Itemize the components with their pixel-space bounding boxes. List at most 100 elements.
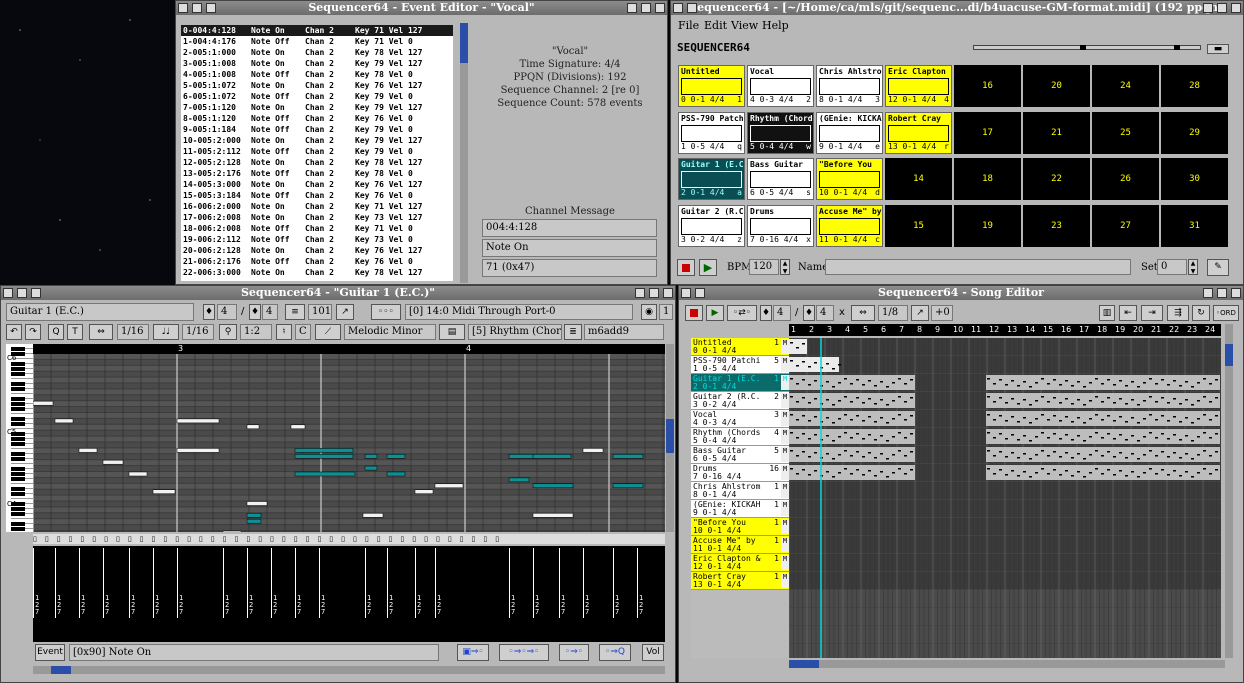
mute-toggle[interactable]: M <box>781 357 789 372</box>
event-row[interactable]: 9-005:1:184 Note Off Chan 2 Key 79 Vel 0 <box>181 124 453 135</box>
window-shade-icon[interactable] <box>17 288 27 298</box>
velocity-bar[interactable] <box>271 548 272 618</box>
event-timestamp-field[interactable]: 004:4:128 <box>482 219 657 237</box>
velocity-bar[interactable] <box>247 548 248 618</box>
mute-toggle[interactable]: M <box>781 375 789 390</box>
note-block[interactable] <box>364 454 378 459</box>
snap-button[interactable]: ⇔ <box>851 305 875 321</box>
song-pattern-block[interactable] <box>986 429 1220 444</box>
redo-button[interactable]: ↷ <box>25 324 41 340</box>
stop-button[interactable] <box>677 259 695 276</box>
empty-slot[interactable]: 20 <box>1023 65 1090 107</box>
beat-width-spinner[interactable]: ♦ <box>803 305 815 321</box>
roll-hscrollbar[interactable] <box>33 666 665 674</box>
track-row[interactable]: Robert Cray 13 0-1 4/4 1 M <box>691 572 789 590</box>
velocity-bar[interactable] <box>533 548 534 618</box>
piano-black-key[interactable] <box>11 397 25 401</box>
slider-marker[interactable] <box>1080 45 1086 50</box>
loop-button[interactable]: ◦⇄◦ <box>727 305 757 321</box>
record-mode-button[interactable]: ◦ORD <box>1213 305 1239 321</box>
midi-bus-button[interactable]: ◦◦◦ <box>371 304 401 320</box>
song-pattern-block[interactable] <box>789 411 915 426</box>
maximize-icon[interactable] <box>1217 288 1227 298</box>
song-pattern-block[interactable] <box>986 393 1220 408</box>
pattern-slot[interactable]: Guitar 2 (R.C 3 0-2 4/4 z <box>678 204 745 247</box>
event-row[interactable]: 14-005:3:000 Note On Chan 2 Key 76 Vel 127 <box>181 179 453 190</box>
maximize-icon[interactable] <box>649 288 659 298</box>
piano-black-key[interactable] <box>11 382 25 386</box>
mute-toggle[interactable]: M <box>781 411 789 426</box>
pattern-slot[interactable]: Accuse Me" by 11 0-1 4/4 c <box>816 204 883 247</box>
mute-toggle[interactable]: M <box>781 555 789 570</box>
empty-slot[interactable]: 16 <box>954 65 1021 107</box>
event-row[interactable]: 7-005:1:120 Note On Chan 2 Key 79 Vel 127 <box>181 102 453 113</box>
song-pattern-block[interactable] <box>789 375 915 390</box>
length-button[interactable]: ≡ <box>285 304 305 320</box>
menu-edit[interactable]: Edit <box>704 17 727 35</box>
note-block[interactable] <box>386 454 406 459</box>
event-row[interactable]: 5-005:1:072 Note On Chan 2 Key 76 Vel 127 <box>181 80 453 91</box>
track-row[interactable]: PSS-790 Patchi 1 0-5 4/4 5 M <box>691 356 789 374</box>
key-button[interactable]: ♮ <box>276 324 292 340</box>
beat-width-field[interactable]: 4 <box>816 305 834 321</box>
empty-slot[interactable]: 25 <box>1092 111 1159 154</box>
minimize-icon[interactable] <box>1203 288 1213 298</box>
window-shade-icon[interactable] <box>687 3 697 13</box>
mute-toggle[interactable]: M <box>781 519 789 534</box>
beats-spinner[interactable]: ♦ <box>203 304 215 320</box>
velocity-pane[interactable]: 127 127 127 127 127 127 127 127 127 127 127 127 127 1… <box>33 546 665 642</box>
pattern-slot[interactable]: Untitled 0 0-1 4/4 1 <box>678 65 745 107</box>
note-block[interactable] <box>246 513 262 518</box>
pattern-slot[interactable]: Bass Guitar 6 0-5 4/4 s <box>747 158 814 200</box>
piano-black-key[interactable] <box>11 477 25 481</box>
channel-field[interactable]: 1 <box>659 304 673 320</box>
quantize-button[interactable]: Q <box>48 324 64 340</box>
background-seq-button[interactable]: ▤ <box>439 324 465 340</box>
note-block[interactable] <box>222 530 242 532</box>
event-list-scrollbar[interactable] <box>460 23 468 283</box>
beat-width-field[interactable]: 4 <box>262 304 278 320</box>
piano-black-key[interactable] <box>11 457 25 461</box>
velocity-bar[interactable] <box>33 548 34 618</box>
note-block[interactable] <box>33 400 54 406</box>
piano-roll-grid[interactable] <box>33 354 665 532</box>
empty-slot[interactable]: 23 <box>1023 204 1090 247</box>
piano-black-key[interactable] <box>11 527 25 531</box>
zoom-button[interactable]: ⚲ <box>219 324 237 340</box>
pattern-slot[interactable]: Drums 7 0-16 4/4 x <box>747 204 814 247</box>
beats-field[interactable]: 4 <box>773 305 791 321</box>
event-row[interactable]: 3-005:1:008 Note On Chan 2 Key 79 Vel 127 <box>181 58 453 69</box>
note-block[interactable] <box>508 477 530 483</box>
scroll-thumb[interactable] <box>460 23 468 63</box>
piano-black-key[interactable] <box>11 492 25 496</box>
volume-button[interactable]: Vol <box>642 644 664 661</box>
event-row[interactable]: 2-005:1:000 Note On Chan 2 Key 78 Vel 127 <box>181 47 453 58</box>
empty-slot[interactable]: 17 <box>954 111 1021 154</box>
event-row[interactable]: 22-006:3:000 Note On Chan 2 Key 78 Vel 127 <box>181 267 453 278</box>
note-block[interactable] <box>152 489 176 494</box>
note-block[interactable] <box>582 448 604 453</box>
channel-button[interactable]: ◉ <box>641 304 657 320</box>
velocity-bar[interactable] <box>637 548 638 618</box>
window-close-icon[interactable] <box>31 288 41 298</box>
piano-black-key[interactable] <box>11 472 25 476</box>
chord-field[interactable]: m6add9 <box>584 324 664 340</box>
follow-button[interactable]: ⇔ <box>89 324 113 340</box>
event-editor-titlebar[interactable]: Sequencer64 - Event Editor - "Vocal" <box>176 1 667 15</box>
mute-toggle[interactable]: M <box>781 573 789 588</box>
piano-black-key[interactable] <box>11 467 25 471</box>
song-pattern-block[interactable] <box>789 429 915 444</box>
event-row[interactable]: 6-005:1:072 Note Off Chan 2 Key 79 Vel 0 <box>181 91 453 102</box>
mute-toggle[interactable]: M <box>781 501 789 516</box>
song-undo-button[interactable]: ▥ <box>1099 305 1115 321</box>
velocity-bar[interactable] <box>55 548 56 618</box>
roll-vscrollbar[interactable] <box>666 344 674 532</box>
song-pattern-block[interactable] <box>789 393 915 408</box>
velocity-bar[interactable] <box>559 548 560 618</box>
empty-slot[interactable]: 28 <box>1161 65 1228 107</box>
piano-black-key[interactable] <box>11 372 25 376</box>
piano-black-key[interactable] <box>11 522 25 526</box>
piano-black-key[interactable] <box>11 367 25 371</box>
song-pattern-block[interactable] <box>789 447 915 462</box>
background-seq-field[interactable]: [5] Rhythm (Chord <box>468 324 562 340</box>
